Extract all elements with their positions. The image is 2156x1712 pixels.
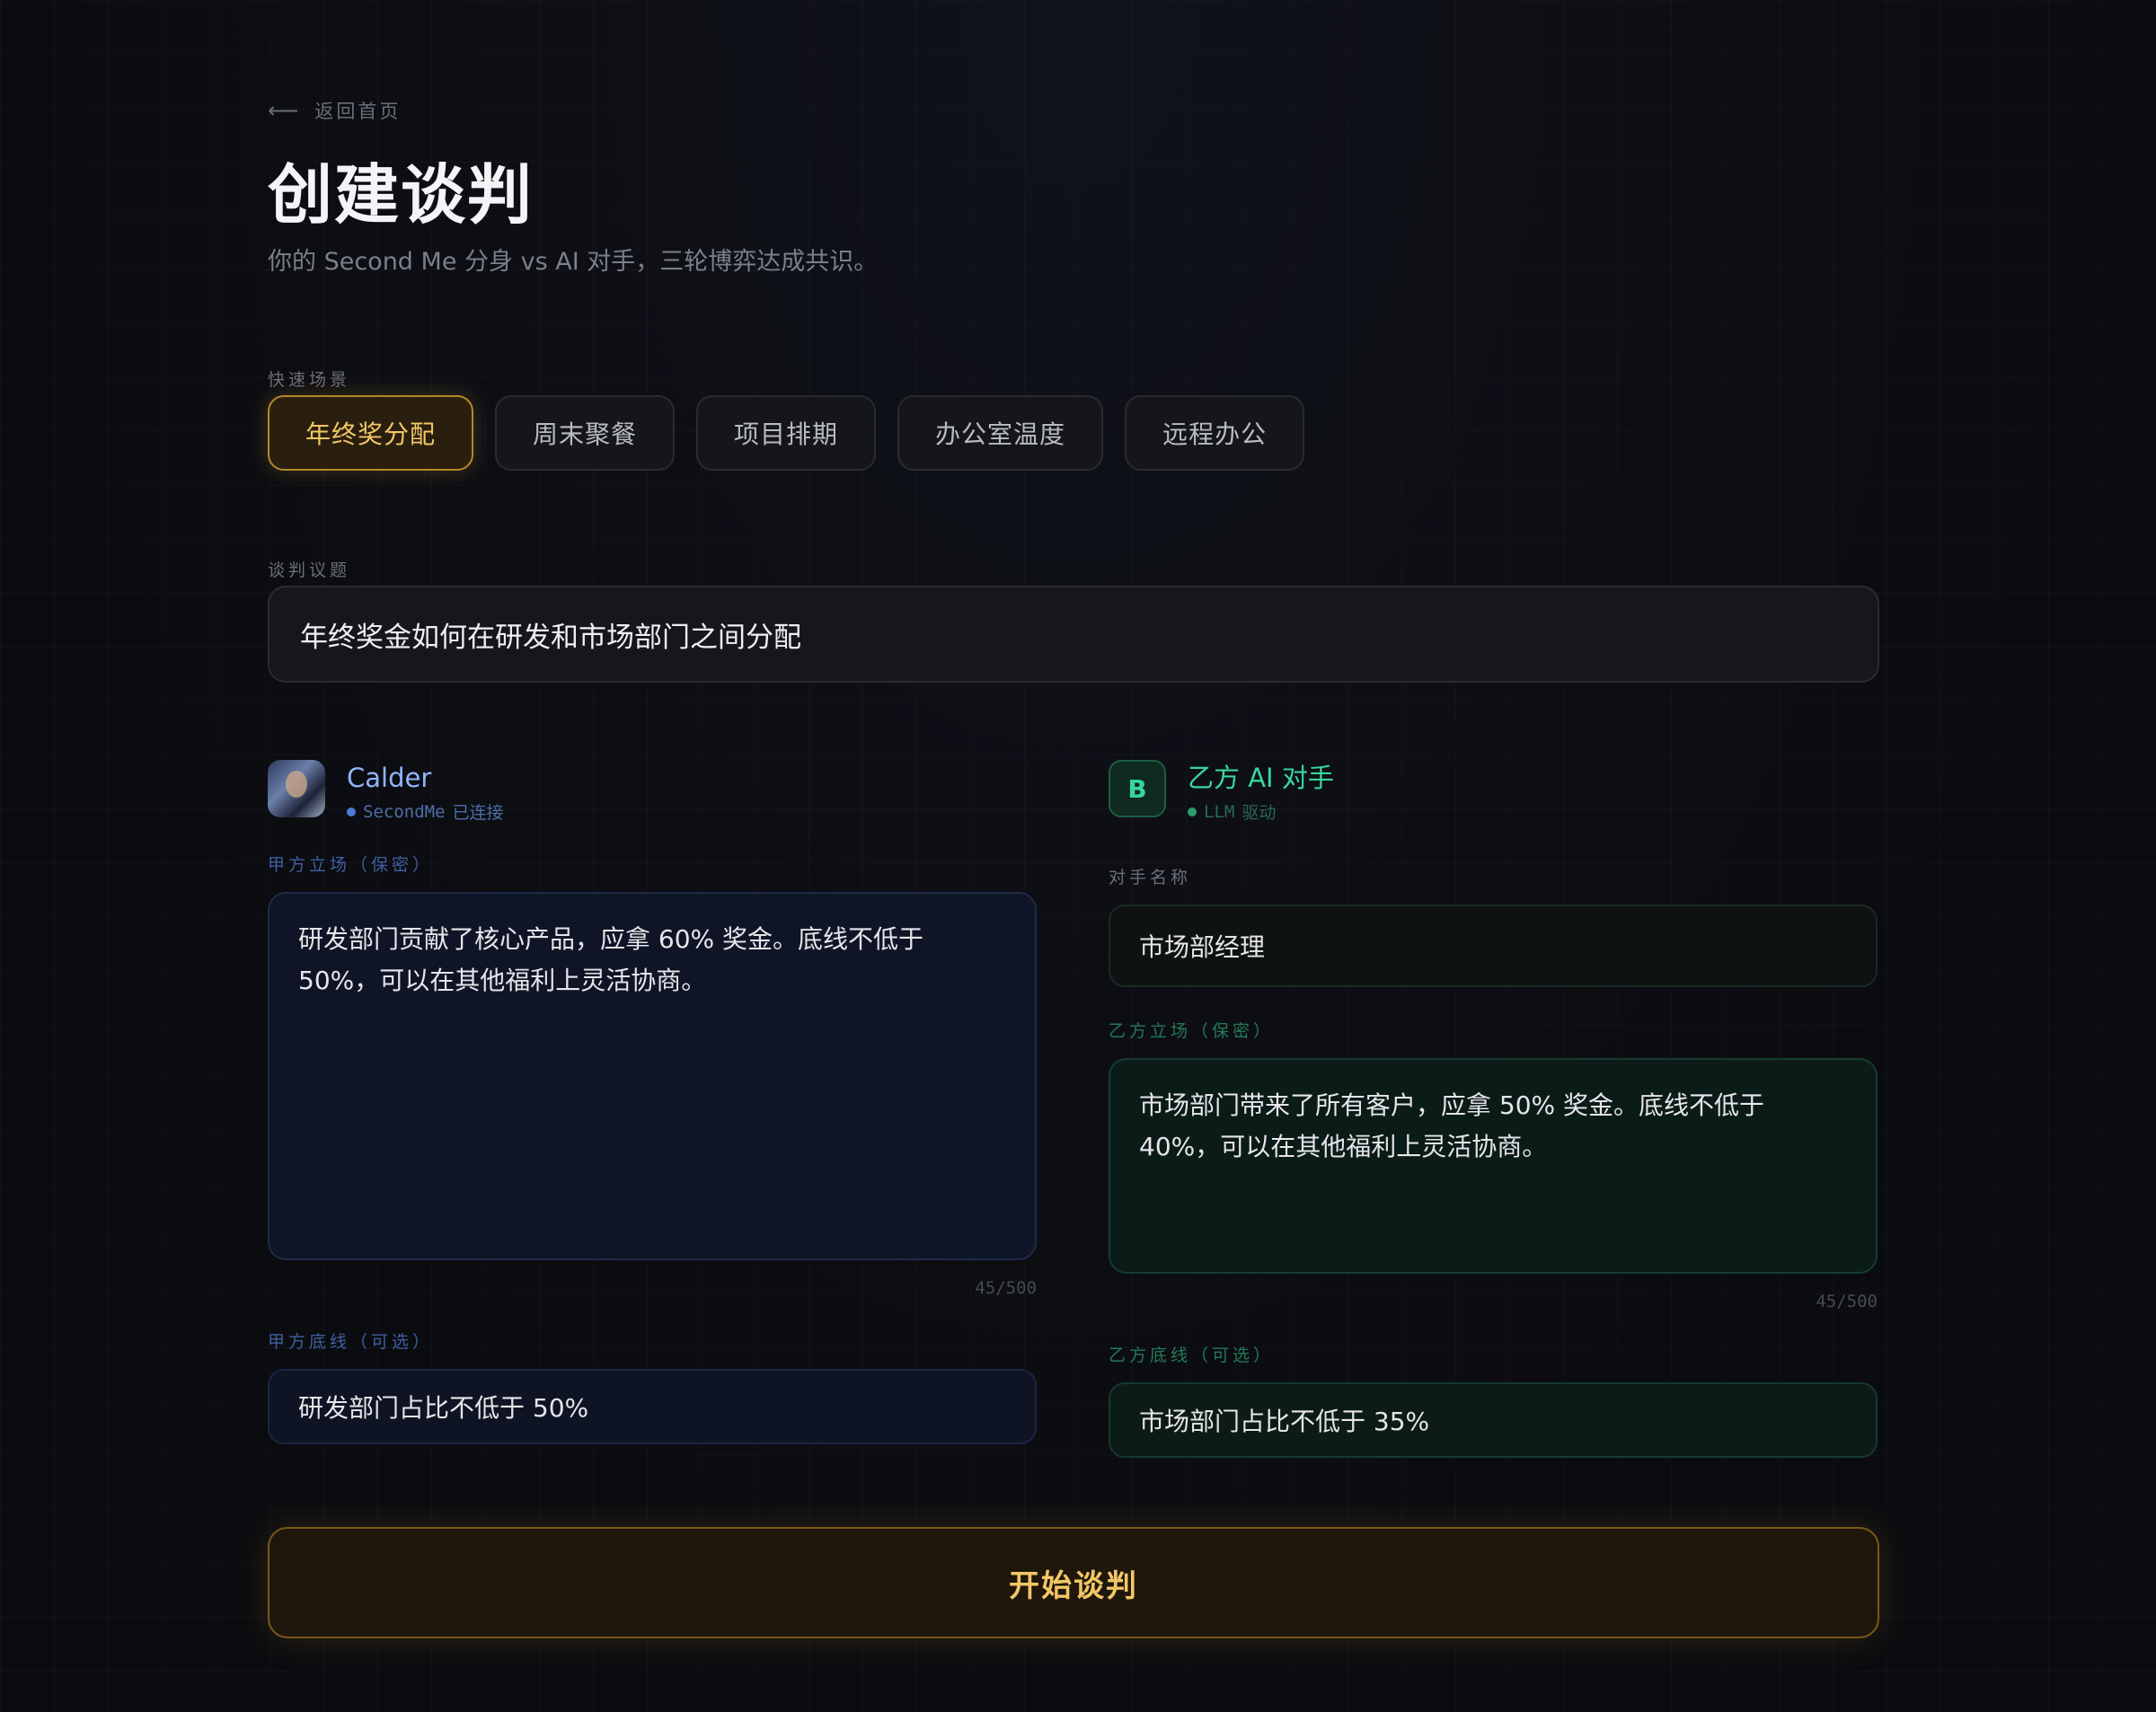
create-negotiation-page: ⟵ 返回首页 创建谈判 你的 Second Me 分身 vs AI 对手，三轮博… <box>268 0 1879 1712</box>
scenario-chip-remote-work[interactable]: 远程办公 <box>1125 395 1305 471</box>
party-b-char-counter: 45/500 <box>1816 1292 1878 1311</box>
status-dot-icon <box>347 807 356 816</box>
party-a-status-source: SecondMe <box>363 801 446 822</box>
party-a-column: Calder SecondMe 已连接 甲方立场（保密） 研发部门贡献了核心产品… <box>268 760 1037 1444</box>
party-a-status-text: 已连接 <box>452 803 504 823</box>
party-b-badge: B <box>1109 760 1166 817</box>
party-b-bottom-input[interactable]: 市场部门占比不低于 35% <box>1109 1382 1878 1458</box>
scenario-chips: 年终奖分配 周末聚餐 项目排期 办公室温度 远程办公 <box>268 395 1305 471</box>
topic-input[interactable]: 年终奖金如何在研发和市场部门之间分配 <box>268 586 1879 683</box>
status-dot-icon <box>1188 807 1197 816</box>
party-a-stance-textarea[interactable]: 研发部门贡献了核心产品，应拿 60% 奖金。底线不低于 50%，可以在其他福利上… <box>268 892 1037 1260</box>
opponent-name-label: 对手名称 <box>1109 868 1192 887</box>
party-b-status: LLM 驱动 <box>1188 799 1334 824</box>
scenario-chip-project-schedule[interactable]: 项目排期 <box>696 395 877 471</box>
party-a-header: Calder SecondMe 已连接 <box>268 760 1037 823</box>
avatar <box>268 760 325 817</box>
party-b-column: B 乙方 AI 对手 LLM 驱动 对手名称 市场部经理 乙方立场（保密） 市场… <box>1109 760 1878 1458</box>
arrow-left-icon: ⟵ <box>268 98 299 123</box>
party-a-stance-label: 甲方立场（保密） <box>268 855 434 875</box>
party-b-bottom-label: 乙方底线（可选） <box>1109 1346 1275 1365</box>
opponent-name-input[interactable]: 市场部经理 <box>1109 905 1878 987</box>
party-a-bottom-input[interactable]: 研发部门占比不低于 50% <box>268 1369 1037 1444</box>
scenario-chip-weekend-dinner[interactable]: 周末聚餐 <box>495 395 676 471</box>
party-b-stance-textarea[interactable]: 市场部门带来了所有客户，应拿 50% 奖金。底线不低于 40%，可以在其他福利上… <box>1109 1058 1878 1274</box>
party-b-name: 乙方 AI 对手 <box>1188 763 1334 793</box>
scenario-chip-year-end-bonus[interactable]: 年终奖分配 <box>268 395 474 471</box>
party-b-status-source: LLM <box>1204 801 1235 822</box>
party-b-header: B 乙方 AI 对手 LLM 驱动 <box>1109 760 1878 823</box>
party-a-bottom-label: 甲方底线（可选） <box>268 1332 434 1352</box>
party-a-name: Calder <box>347 763 432 793</box>
scenario-chip-office-temperature[interactable]: 办公室温度 <box>897 395 1104 471</box>
party-a-status: SecondMe 已连接 <box>347 799 504 824</box>
party-a-char-counter: 45/500 <box>975 1278 1037 1298</box>
page-subtitle: 你的 Second Me 分身 vs AI 对手，三轮博弈达成共识。 <box>268 248 879 276</box>
party-b-stance-label: 乙方立场（保密） <box>1109 1021 1275 1041</box>
party-b-status-text: 驱动 <box>1241 803 1277 823</box>
scenarios-label: 快速场景 <box>268 370 351 390</box>
topic-label: 谈判议题 <box>268 560 351 580</box>
page-title: 创建谈判 <box>268 157 535 233</box>
back-link[interactable]: ⟵ 返回首页 <box>268 97 401 124</box>
back-label: 返回首页 <box>314 101 402 122</box>
start-negotiation-button[interactable]: 开始谈判 <box>268 1527 1879 1638</box>
